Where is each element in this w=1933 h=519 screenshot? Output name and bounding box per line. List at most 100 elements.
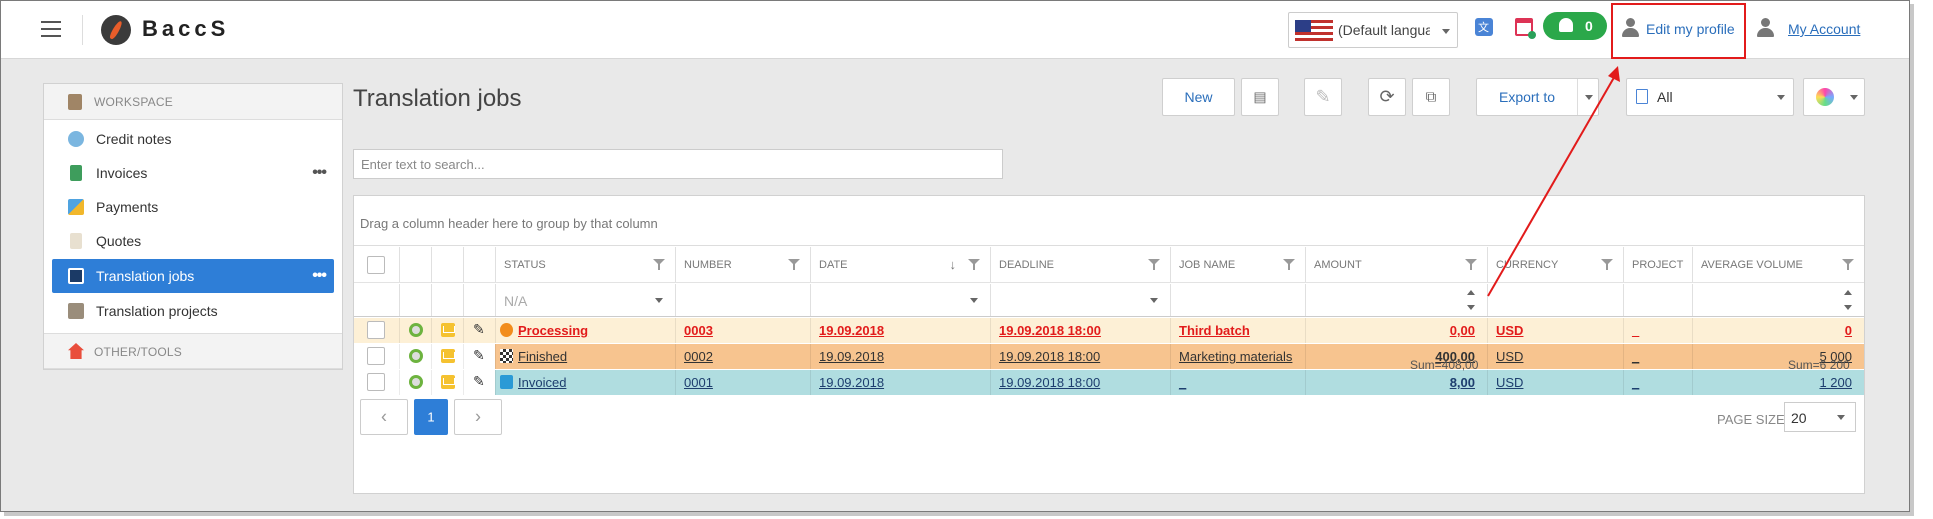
project-link[interactable]: _ [1632,323,1639,338]
filter-icon[interactable] [1465,259,1477,271]
table-row[interactable]: ✎ Processing 0003 19.09.2018 19.09.2018 … [354,318,1864,344]
more-icon[interactable]: ••• [312,164,327,182]
other-tools-section[interactable]: OTHER/TOOLS [44,333,342,369]
filter-icon[interactable] [788,259,800,271]
row-checkbox[interactable] [367,321,385,339]
number-link[interactable]: 0001 [684,375,713,390]
job-name-link[interactable]: Third batch [1179,323,1250,338]
stepper-icon[interactable] [1467,290,1475,310]
currency-link[interactable]: USD [1496,323,1523,338]
sidebar-item-translation-jobs[interactable]: Translation jobs ••• [52,259,334,293]
sort-desc-icon[interactable]: ↓ [950,257,957,272]
column-project[interactable]: PROJECT [1623,247,1692,282]
search-input[interactable] [354,150,1002,178]
currency-link[interactable]: USD [1496,375,1523,390]
filter-icon[interactable] [653,259,665,271]
select-all-checkbox[interactable] [367,256,385,274]
currency-filter[interactable] [1487,284,1623,316]
column-status[interactable]: STATUS [495,247,675,282]
job-name-link[interactable]: _ [1179,375,1186,390]
date-link[interactable]: 19.09.2018 [819,349,884,364]
column-job-name[interactable]: JOB NAME [1170,247,1305,282]
workspace-section[interactable]: WORKSPACE [44,84,342,120]
filter-select[interactable]: All [1626,78,1794,116]
pencil-icon[interactable]: ✎ [473,321,487,337]
refresh-button[interactable]: ⟳ [1368,78,1406,116]
export-button[interactable]: Export to [1476,78,1599,116]
column-average-volume[interactable]: AVERAGE VOLUME [1692,247,1864,282]
filter-icon[interactable] [1601,259,1613,271]
filter-icon[interactable] [968,259,980,271]
number-filter[interactable] [675,284,810,316]
edit-profile-link[interactable]: Edit my profile [1646,21,1735,37]
deadline-link[interactable]: 19.09.2018 18:00 [999,375,1100,390]
column-number[interactable]: NUMBER [675,247,810,282]
frog-icon[interactable] [409,375,423,389]
currency-link[interactable]: USD [1496,349,1523,364]
column-deadline[interactable]: DEADLINE [990,247,1170,282]
calendar-icon[interactable] [1515,18,1536,39]
filter-icon[interactable] [1842,259,1854,271]
pencil-icon[interactable]: ✎ [473,373,487,389]
row-checkbox[interactable] [367,347,385,365]
translate-icon[interactable] [1475,18,1493,36]
average-volume-link[interactable]: 0 [1845,323,1852,338]
my-account-link[interactable]: My Account [1788,21,1860,37]
amount-link[interactable]: 0,00 [1450,323,1475,338]
sidebar-item-translation-projects[interactable]: Translation projects [52,294,334,328]
sidebar-item-payments[interactable]: Payments [52,190,334,224]
date-filter[interactable] [810,284,990,316]
new-button[interactable]: New [1162,78,1235,116]
column-amount[interactable]: AMOUNT [1305,247,1487,282]
mail-icon[interactable] [441,375,455,389]
stepper-icon[interactable] [1844,290,1852,310]
project-link[interactable]: _ [1632,349,1639,364]
amount-link[interactable]: 8,00 [1450,375,1475,390]
menu-icon[interactable] [41,21,61,37]
column-date[interactable]: DATE ↓ [810,247,990,282]
print-button[interactable]: ▤ [1241,78,1279,116]
page-size-select[interactable]: 20 [1784,402,1856,432]
number-link[interactable]: 0002 [684,349,713,364]
deadline-link[interactable]: 19.09.2018 18:00 [999,323,1101,338]
filter-icon[interactable] [1283,259,1295,271]
page-button[interactable]: 1 [414,399,448,435]
number-link[interactable]: 0003 [684,323,713,338]
more-icon[interactable]: ••• [312,267,327,285]
sidebar-item-credit-notes[interactable]: Credit notes [52,122,334,156]
group-panel[interactable]: Drag a column header here to group by th… [354,196,1864,246]
date-link[interactable]: 19.09.2018 [819,323,884,338]
pencil-icon[interactable]: ✎ [473,347,487,363]
status-link[interactable]: Processing [518,323,588,338]
sidebar-item-quotes[interactable]: Quotes [52,224,334,258]
date-link[interactable]: 19.09.2018 [819,375,884,390]
project-link[interactable]: _ [1632,375,1639,390]
layout-button[interactable]: ⧉ [1412,78,1450,116]
mail-icon[interactable] [441,349,455,363]
status-filter[interactable]: N/A [495,284,675,316]
prev-page-button[interactable]: ‹ [360,399,408,435]
average-volume-filter[interactable] [1692,284,1864,316]
deadline-filter[interactable] [990,284,1170,316]
next-page-button[interactable]: › [454,399,502,435]
language-select[interactable]: (Default language) [1288,12,1458,48]
filter-icon[interactable] [1148,259,1160,271]
notifications-button[interactable]: 0 [1543,12,1607,40]
status-link[interactable]: Finished [518,349,567,364]
frog-icon[interactable] [409,323,423,337]
mail-icon[interactable] [441,323,455,337]
chevron-down-icon[interactable] [1585,95,1593,100]
row-checkbox[interactable] [367,373,385,391]
sidebar-item-invoices[interactable]: Invoices ••• [52,156,334,190]
status-link[interactable]: Invoiced [518,375,566,390]
amount-filter[interactable] [1305,284,1487,316]
edit-button[interactable]: ✎ [1304,78,1342,116]
job-name-filter[interactable] [1170,284,1305,316]
job-name-link[interactable]: Marketing materials [1179,349,1292,364]
frog-icon[interactable] [409,349,423,363]
column-currency[interactable]: CURRENCY [1487,247,1623,282]
deadline-link[interactable]: 19.09.2018 18:00 [999,349,1100,364]
project-filter[interactable] [1623,284,1692,316]
search-field[interactable] [353,149,1003,179]
table-row[interactable]: ✎ Invoiced 0001 19.09.2018 19.09.2018 18… [354,370,1864,396]
